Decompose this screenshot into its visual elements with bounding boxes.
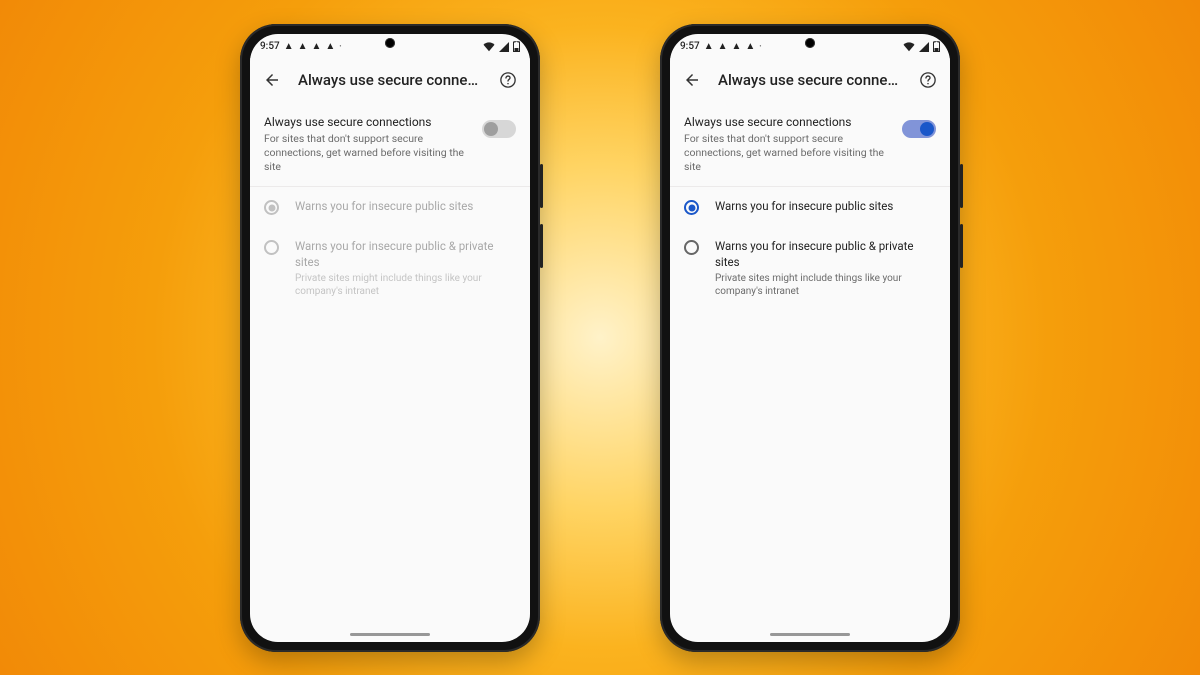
option-private-sites[interactable]: Warns you for insecure public & private … — [670, 227, 950, 310]
phone-right: 9:57 ▲ ▲ ▲ ▲ • — [660, 24, 960, 652]
option-private-sites: Warns you for insecure public & private … — [250, 227, 530, 310]
wifi-icon — [903, 42, 915, 52]
option-public-sites: Warns you for insecure public sites — [250, 187, 530, 227]
radio-public-sites — [264, 200, 279, 215]
notification-warning-icon: ▲ — [718, 42, 728, 52]
app-bar: Always use secure connecti… — [250, 58, 530, 102]
secure-connection-toggle[interactable] — [902, 120, 936, 138]
option-subtitle: Private sites might include things like … — [715, 272, 936, 298]
radio-private-sites — [264, 240, 279, 255]
status-time: 9:57 — [260, 41, 280, 52]
notification-warning-icon: ▲ — [745, 42, 755, 52]
notification-warning-icon: ▲ — [298, 42, 308, 52]
screen: 9:57 ▲ ▲ ▲ ▲ • — [670, 34, 950, 642]
cellular-icon — [499, 42, 509, 52]
app-bar: Always use secure connecti… — [670, 58, 950, 102]
screen: 9:57 ▲ ▲ ▲ ▲ • — [250, 34, 530, 642]
notification-warning-icon: ▲ — [284, 42, 294, 52]
notification-dot-icon: • — [759, 44, 761, 50]
option-subtitle: Private sites might include things like … — [295, 272, 516, 298]
radio-private-sites[interactable] — [684, 240, 699, 255]
secure-connection-toggle-row[interactable]: Always use secure connections For sites … — [250, 102, 530, 188]
camera-hole — [385, 38, 395, 48]
battery-icon — [513, 41, 520, 52]
setting-title: Always use secure connections — [684, 114, 890, 130]
page-title: Always use secure connecti… — [298, 71, 482, 89]
home-indicator[interactable] — [770, 633, 850, 636]
secure-connection-toggle-row[interactable]: Always use secure connections For sites … — [670, 102, 950, 188]
help-button[interactable] — [914, 66, 942, 94]
notification-warning-icon: ▲ — [312, 42, 322, 52]
setting-title: Always use secure connections — [264, 114, 470, 130]
setting-subtitle: For sites that don't support secure conn… — [684, 132, 890, 175]
option-label: Warns you for insecure public sites — [295, 199, 516, 215]
option-label: Warns you for insecure public & private … — [715, 239, 936, 270]
radio-public-sites[interactable] — [684, 200, 699, 215]
option-label: Warns you for insecure public sites — [715, 199, 936, 215]
content: Always use secure connections For sites … — [250, 102, 530, 642]
notification-warning-icon: ▲ — [732, 42, 742, 52]
notification-warning-icon: ▲ — [704, 42, 714, 52]
stage: 9:57 ▲ ▲ ▲ ▲ • — [0, 0, 1200, 675]
back-button[interactable] — [258, 66, 286, 94]
home-indicator[interactable] — [350, 633, 430, 636]
page-title: Always use secure connecti… — [718, 71, 902, 89]
setting-subtitle: For sites that don't support secure conn… — [264, 132, 470, 175]
back-button[interactable] — [678, 66, 706, 94]
phone-left: 9:57 ▲ ▲ ▲ ▲ • — [240, 24, 540, 652]
help-button[interactable] — [494, 66, 522, 94]
notification-warning-icon: ▲ — [325, 42, 335, 52]
battery-icon — [933, 41, 940, 52]
secure-connection-toggle[interactable] — [482, 120, 516, 138]
status-time: 9:57 — [680, 41, 700, 52]
content: Always use secure connections For sites … — [670, 102, 950, 642]
notification-dot-icon: • — [339, 44, 341, 50]
option-public-sites[interactable]: Warns you for insecure public sites — [670, 187, 950, 227]
option-label: Warns you for insecure public & private … — [295, 239, 516, 270]
wifi-icon — [483, 42, 495, 52]
camera-hole — [805, 38, 815, 48]
cellular-icon — [919, 42, 929, 52]
